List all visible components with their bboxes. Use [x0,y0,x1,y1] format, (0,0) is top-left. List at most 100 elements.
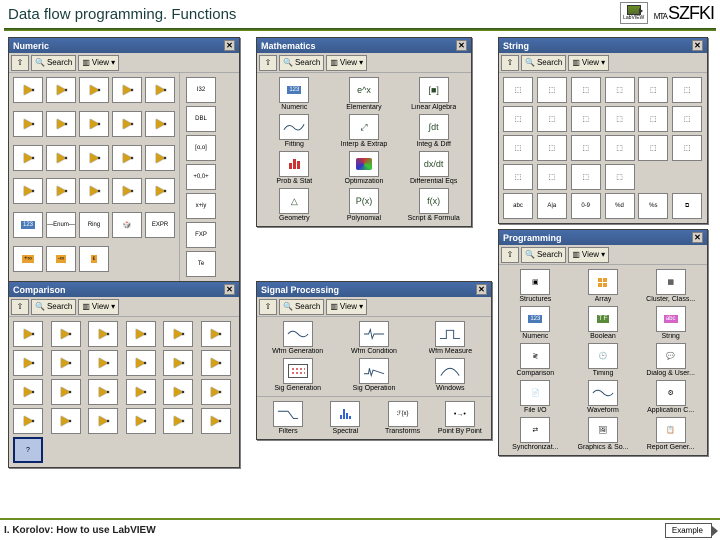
close-icon[interactable]: ✕ [692,232,703,243]
math-fitting[interactable]: Fitting [261,114,328,148]
str-c5[interactable]: ⬚ [638,135,668,161]
str-len[interactable]: ⬚ [503,77,533,103]
const-eps[interactable]: ε [79,246,109,272]
math-linalg[interactable]: [■]Linear Algebra [400,77,467,111]
cmp-max[interactable] [51,379,81,405]
fn-floor[interactable] [79,145,109,171]
close-icon[interactable]: ✕ [224,284,235,295]
prog-array[interactable]: Array [571,269,636,303]
search-button[interactable]: 🔍Search [31,55,76,71]
cmp-r3[interactable] [88,408,118,434]
conv-i32[interactable]: I32 [186,77,216,103]
close-icon[interactable]: ✕ [224,40,235,51]
cmp-range[interactable] [126,379,156,405]
fn-add[interactable] [13,77,43,103]
sig-transforms[interactable]: ℱ{x}Transforms [376,401,430,435]
example-button[interactable]: Example [665,523,712,538]
cmp-eq[interactable] [13,321,43,347]
str-concat[interactable]: ⬚ [537,77,567,103]
search-button[interactable]: 🔍Search [31,299,76,315]
prog-comparison[interactable]: ≷Comparison [503,343,568,377]
fn-increment[interactable] [13,111,43,137]
str-c2[interactable]: ⬚ [537,135,567,161]
fn-subtract[interactable] [46,77,76,103]
const-random[interactable]: 🎲 [112,212,142,238]
str-fmt2[interactable]: ⬚ [537,106,567,132]
str-fmt4[interactable]: ⬚ [605,106,635,132]
str-sub-ps[interactable]: %s [638,193,668,219]
cmp-ge[interactable] [163,321,193,347]
fn-negate[interactable] [79,178,109,204]
sub-fxp[interactable]: FXP [186,222,216,248]
fn-array-mul[interactable] [112,111,142,137]
sig-pbp[interactable]: •→•Point By Point [433,401,487,435]
conv-complex[interactable]: x+iy [186,193,216,219]
view-button[interactable]: ▥View▾ [78,55,119,71]
fn-divide[interactable] [112,77,142,103]
sig-wfm-meas[interactable]: Wfm Measure [414,321,487,355]
str-search[interactable]: ⬚ [672,77,702,103]
cmp-ge0[interactable] [163,350,193,376]
const-expr[interactable]: EXPR [145,212,175,238]
prog-structures[interactable]: ▣Structures [503,269,568,303]
prog-appctrl[interactable]: ⚙Application C... [638,380,703,414]
const-inf[interactable]: +∞ [13,246,43,272]
up-button[interactable]: ⇧ [11,299,29,315]
prog-numeric[interactable]: 123Numeric [503,306,568,340]
cmp-le[interactable] [201,321,231,347]
search-button[interactable]: 🔍Search [521,55,566,71]
fn-ceil[interactable] [112,145,142,171]
up-button[interactable]: ⇧ [501,247,519,263]
conv-dbl[interactable]: DBL [186,106,216,132]
math-poly[interactable]: P(x)Polynomial [331,188,398,222]
fn-sign[interactable] [145,178,175,204]
str-sub-more[interactable]: ⧉ [672,193,702,219]
math-geom[interactable]: △Geometry [261,188,328,222]
fn-array-add[interactable] [79,111,109,137]
fn-scale[interactable] [145,145,175,171]
titlebar-comparison[interactable]: Comparison ✕ [9,282,239,297]
str-c1[interactable]: ⬚ [503,135,533,161]
titlebar-signal[interactable]: Signal Processing ✕ [257,282,491,297]
cmp-sel[interactable] [13,379,43,405]
up-button[interactable]: ⇧ [259,299,277,315]
math-elementary[interactable]: e^xElementary [331,77,398,111]
str-subset[interactable]: ⬚ [571,77,601,103]
cmp-r2[interactable] [51,408,81,434]
fn-sqrt[interactable] [13,178,43,204]
titlebar-string[interactable]: String ✕ [499,38,707,53]
sig-wfm-cond[interactable]: Wfm Condition [337,321,410,355]
prog-waveform[interactable]: Waveform [571,380,636,414]
str-c4[interactable]: ⬚ [605,135,635,161]
cmp-gt0[interactable] [88,350,118,376]
cmp-r6[interactable] [201,408,231,434]
math-integ[interactable]: ∫dtInteg & Diff [400,114,467,148]
str-sub-abc[interactable]: abc [503,193,533,219]
sub-te[interactable]: Te [186,251,216,277]
str-d2[interactable]: ⬚ [537,164,567,190]
str-replace[interactable]: ⬚ [605,77,635,103]
const-enum[interactable]: —Enum— [46,212,76,238]
str-fmt6[interactable]: ⬚ [672,106,702,132]
str-fmt3[interactable]: ⬚ [571,106,601,132]
sig-op[interactable]: Sig Operation [337,358,410,392]
const-ring[interactable]: Ring [79,212,109,238]
up-button[interactable]: ⇧ [501,55,519,71]
str-d1[interactable]: ⬚ [503,164,533,190]
math-numeric[interactable]: 123Numeric [261,77,328,111]
cmp-le0[interactable] [201,350,231,376]
fn-quotient[interactable] [145,77,175,103]
prog-fileio[interactable]: 📄File I/O [503,380,568,414]
close-icon[interactable]: ✕ [692,40,703,51]
math-interp[interactable]: ⤢Interp & Extrap [331,114,398,148]
prog-sync[interactable]: ⇄Synchronizat... [503,417,568,451]
prog-timing[interactable]: 🕒Timing [571,343,636,377]
view-button[interactable]: ▥View▾ [326,299,367,315]
cmp-r5[interactable] [163,408,193,434]
math-script[interactable]: f(x)Script & Formula [400,188,467,222]
const-ninf[interactable]: -∞ [46,246,76,272]
sig-wfm-gen[interactable]: Wfm Generation [261,321,334,355]
prog-report[interactable]: 📋Report Gener... [638,417,703,451]
prog-boolean[interactable]: T FBoolean [571,306,636,340]
math-optim[interactable]: Optimization [331,151,398,185]
